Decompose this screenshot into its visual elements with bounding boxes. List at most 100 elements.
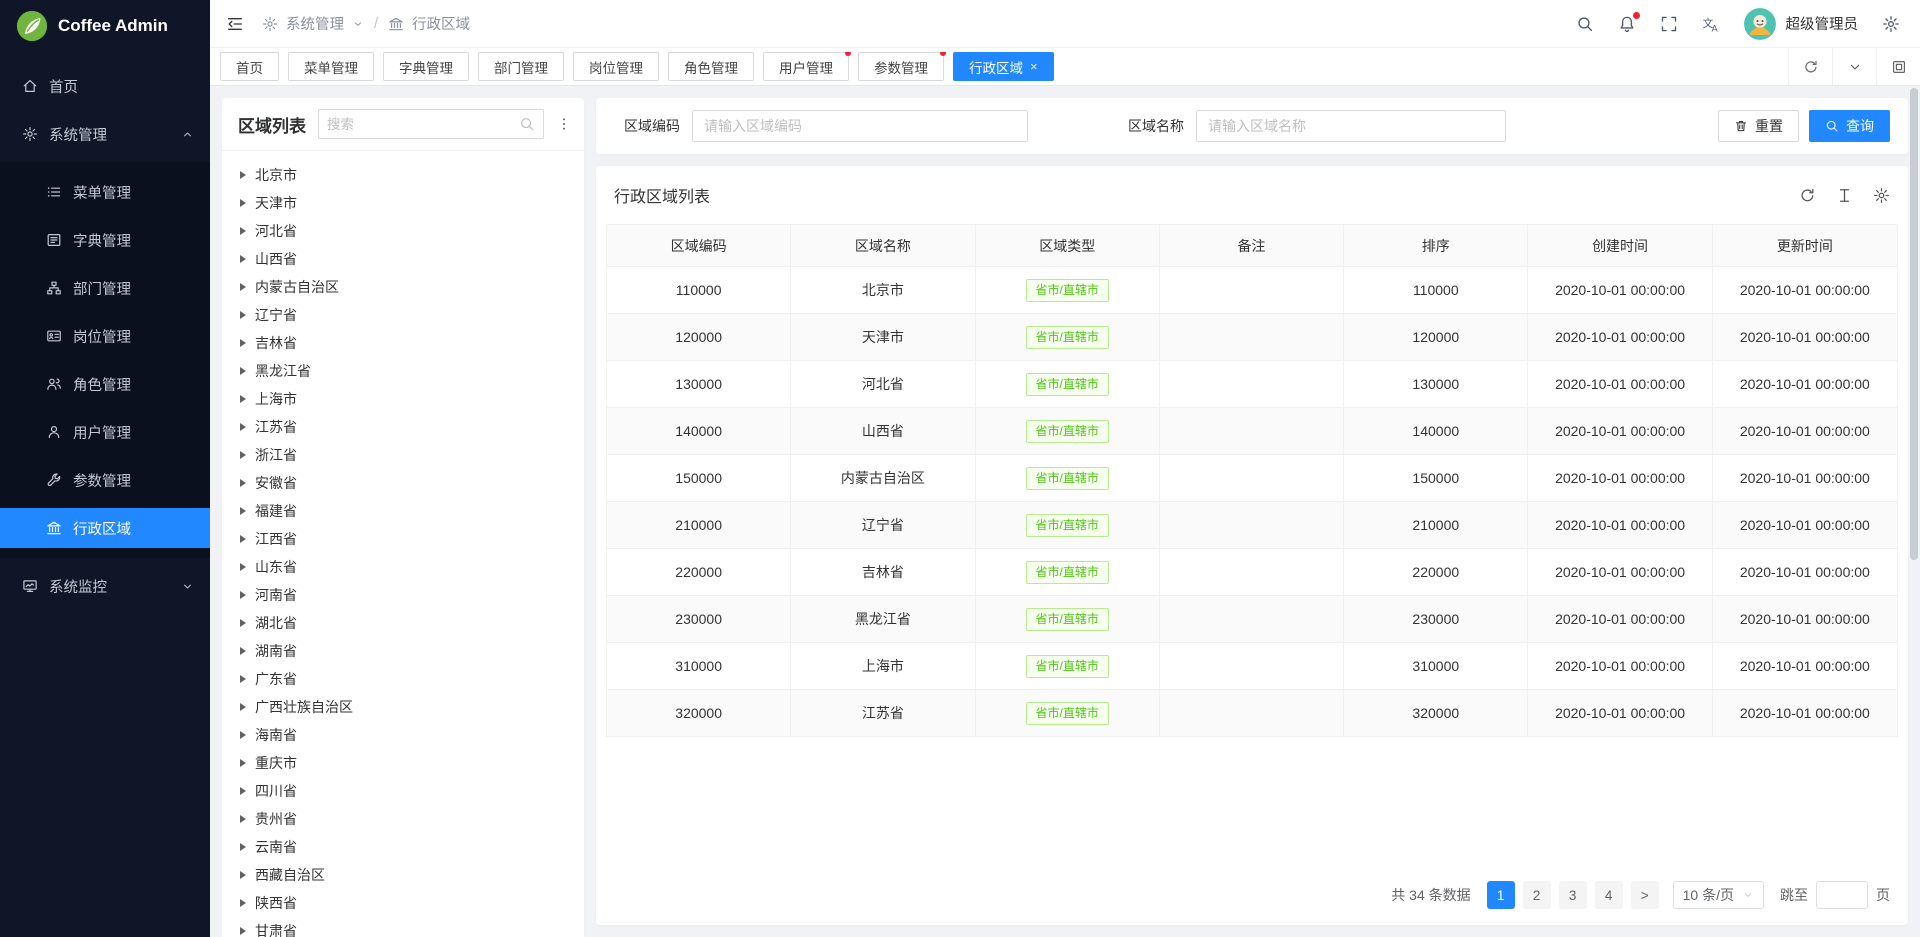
region-code-input[interactable] xyxy=(692,110,1028,142)
caret-right-icon[interactable] xyxy=(240,899,246,907)
page-button-3[interactable]: 3 xyxy=(1559,881,1587,909)
tree-item[interactable]: 西藏自治区 xyxy=(230,861,576,889)
tree-item[interactable]: 海南省 xyxy=(230,721,576,749)
tab-首页[interactable]: 首页 xyxy=(220,52,279,81)
caret-right-icon[interactable] xyxy=(240,927,246,935)
table-row[interactable]: 130000河北省省市/直辖市1300002020-10-01 00:00:00… xyxy=(607,361,1897,408)
tab-行政区域[interactable]: 行政区域× xyxy=(953,52,1054,81)
tree-item[interactable]: 天津市 xyxy=(230,189,576,217)
caret-right-icon[interactable] xyxy=(240,563,246,571)
page-button-4[interactable]: 4 xyxy=(1595,881,1623,909)
table-row[interactable]: 220000吉林省省市/直辖市2200002020-10-01 00:00:00… xyxy=(607,549,1897,596)
caret-right-icon[interactable] xyxy=(240,843,246,851)
caret-right-icon[interactable] xyxy=(240,703,246,711)
table-row[interactable]: 310000上海市省市/直辖市3100002020-10-01 00:00:00… xyxy=(607,643,1897,690)
tab-岗位管理[interactable]: 岗位管理 xyxy=(573,52,659,81)
tree-item[interactable]: 江西省 xyxy=(230,525,576,553)
caret-right-icon[interactable] xyxy=(240,731,246,739)
fullscreen-icon[interactable] xyxy=(1660,15,1678,33)
search-icon[interactable] xyxy=(1576,15,1594,33)
table-row[interactable]: 120000天津市省市/直辖市1200002020-10-01 00:00:00… xyxy=(607,314,1897,361)
caret-right-icon[interactable] xyxy=(240,199,246,207)
jump-page-input[interactable] xyxy=(1816,881,1868,909)
sidebar-item-user[interactable]: 用户管理 xyxy=(0,412,210,452)
caret-right-icon[interactable] xyxy=(240,591,246,599)
refresh-icon[interactable] xyxy=(1799,187,1816,204)
tree-item[interactable]: 安徽省 xyxy=(230,469,576,497)
next-page-button[interactable]: > xyxy=(1631,881,1659,909)
caret-right-icon[interactable] xyxy=(240,479,246,487)
table-row[interactable]: 110000北京市省市/直辖市1100002020-10-01 00:00:00… xyxy=(607,267,1897,314)
tree-item[interactable]: 黑龙江省 xyxy=(230,357,576,385)
tree-item[interactable]: 河南省 xyxy=(230,581,576,609)
tree-item[interactable]: 河北省 xyxy=(230,217,576,245)
tree-item[interactable]: 湖北省 xyxy=(230,609,576,637)
table-row[interactable]: 230000黑龙江省省市/直辖市2300002020-10-01 00:00:0… xyxy=(607,596,1897,643)
table-row[interactable]: 150000内蒙古自治区省市/直辖市1500002020-10-01 00:00… xyxy=(607,455,1897,502)
tab-字典管理[interactable]: 字典管理 xyxy=(383,52,469,81)
breadcrumb-section[interactable]: 系统管理 xyxy=(286,13,344,34)
table-row[interactable]: 210000辽宁省省市/直辖市2100002020-10-01 00:00:00… xyxy=(607,502,1897,549)
tree-item[interactable]: 山东省 xyxy=(230,553,576,581)
tree-item[interactable]: 陕西省 xyxy=(230,889,576,917)
caret-right-icon[interactable] xyxy=(240,787,246,795)
tree-item[interactable]: 四川省 xyxy=(230,777,576,805)
column-height-icon[interactable] xyxy=(1836,187,1853,204)
caret-right-icon[interactable] xyxy=(240,815,246,823)
caret-right-icon[interactable] xyxy=(240,619,246,627)
tab-close-icon[interactable]: × xyxy=(1030,60,1038,73)
caret-right-icon[interactable] xyxy=(240,283,246,291)
tabs-dropdown-button[interactable] xyxy=(1832,48,1876,85)
page-scrollbar[interactable] xyxy=(1910,88,1918,560)
sidebar-item-post[interactable]: 岗位管理 xyxy=(0,316,210,356)
caret-right-icon[interactable] xyxy=(240,367,246,375)
sidebar-item-bank[interactable]: 行政区域 xyxy=(0,508,210,548)
caret-right-icon[interactable] xyxy=(240,311,246,319)
tree-item[interactable]: 广东省 xyxy=(230,665,576,693)
page-button-2[interactable]: 2 xyxy=(1523,881,1551,909)
caret-right-icon[interactable] xyxy=(240,339,246,347)
page-size-select[interactable]: 10 条/页 xyxy=(1673,881,1764,909)
tree-item[interactable]: 广西壮族自治区 xyxy=(230,693,576,721)
page-button-1[interactable]: 1 xyxy=(1487,881,1515,909)
tree-item[interactable]: 吉林省 xyxy=(230,329,576,357)
table-settings-gear-icon[interactable] xyxy=(1873,187,1890,204)
sidebar-item-home[interactable]: 首页 xyxy=(0,66,210,106)
tree-item[interactable]: 北京市 xyxy=(230,161,576,189)
tree-item[interactable]: 上海市 xyxy=(230,385,576,413)
tab-参数管理[interactable]: 参数管理 xyxy=(858,52,944,81)
tree-more-menu-icon[interactable] xyxy=(556,116,572,132)
caret-right-icon[interactable] xyxy=(240,507,246,515)
tree-item[interactable]: 辽宁省 xyxy=(230,301,576,329)
table-row[interactable]: 140000山西省省市/直辖市1400002020-10-01 00:00:00… xyxy=(607,408,1897,455)
caret-right-icon[interactable] xyxy=(240,227,246,235)
tree-item[interactable]: 湖南省 xyxy=(230,637,576,665)
caret-right-icon[interactable] xyxy=(240,395,246,403)
sidebar-group-monitor[interactable]: 系统监控 xyxy=(0,566,210,606)
tree-item[interactable]: 重庆市 xyxy=(230,749,576,777)
sidebar-item-dept[interactable]: 部门管理 xyxy=(0,268,210,308)
sidebar-collapse-icon[interactable] xyxy=(226,15,244,33)
reset-button[interactable]: 重置 xyxy=(1718,110,1799,142)
tree-item[interactable]: 江苏省 xyxy=(230,413,576,441)
tree-item[interactable]: 云南省 xyxy=(230,833,576,861)
app-logo[interactable]: Coffee Admin xyxy=(0,0,210,52)
tabs-refresh-button[interactable] xyxy=(1788,48,1832,85)
notification-bell[interactable] xyxy=(1618,15,1636,33)
tree-item[interactable]: 贵州省 xyxy=(230,805,576,833)
caret-right-icon[interactable] xyxy=(240,171,246,179)
sidebar-group-system[interactable]: 系统管理 xyxy=(0,114,210,154)
sidebar-item-dict[interactable]: 字典管理 xyxy=(0,220,210,260)
caret-right-icon[interactable] xyxy=(240,423,246,431)
caret-right-icon[interactable] xyxy=(240,647,246,655)
tab-菜单管理[interactable]: 菜单管理 xyxy=(288,52,374,81)
caret-right-icon[interactable] xyxy=(240,675,246,683)
user-menu[interactable]: 超级管理员 xyxy=(1744,8,1859,40)
table-row[interactable]: 320000江苏省省市/直辖市3200002020-10-01 00:00:00… xyxy=(607,690,1897,737)
tree-search-input[interactable] xyxy=(327,117,519,132)
tree-item[interactable]: 甘肃省 xyxy=(230,917,576,937)
tab-部门管理[interactable]: 部门管理 xyxy=(478,52,564,81)
tree-item[interactable]: 内蒙古自治区 xyxy=(230,273,576,301)
settings-gear-icon[interactable] xyxy=(1882,15,1900,33)
caret-right-icon[interactable] xyxy=(240,759,246,767)
